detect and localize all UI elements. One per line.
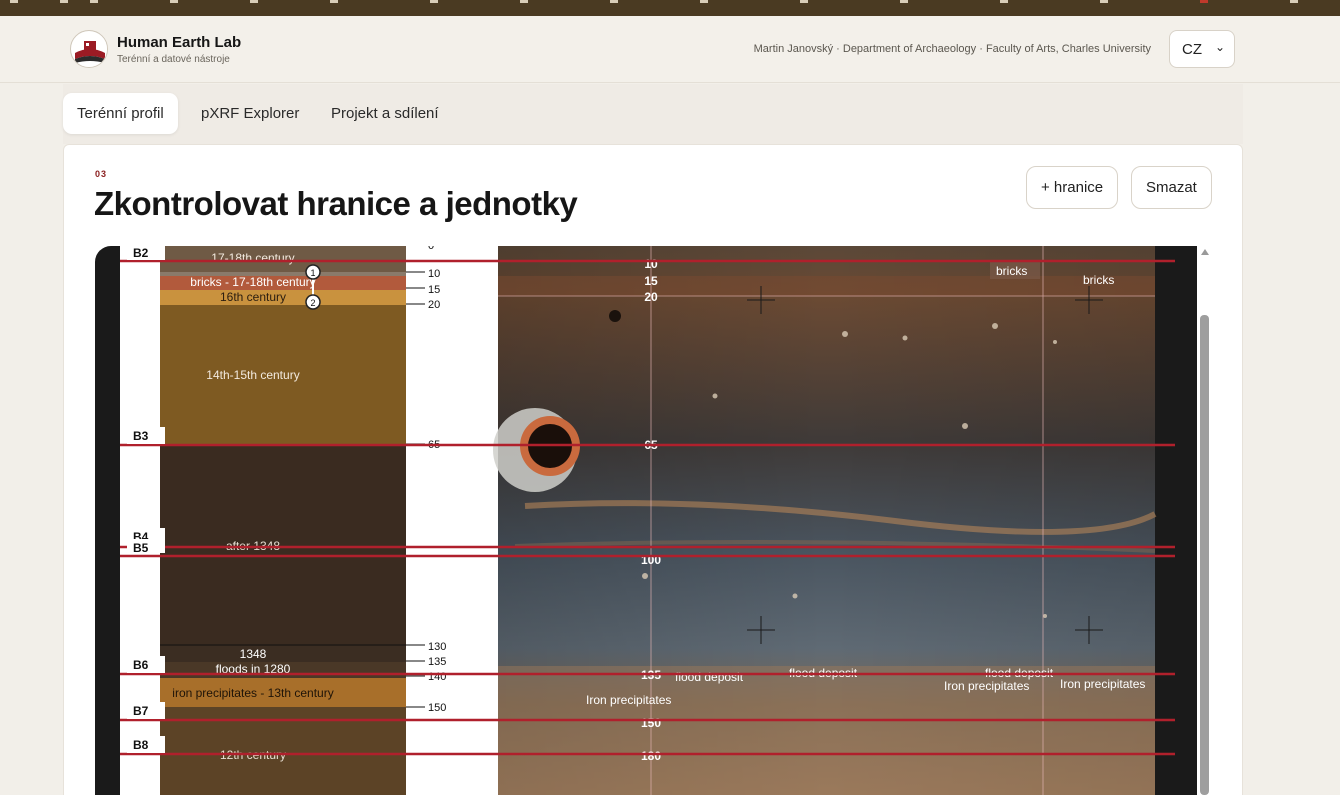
depth-tick: 10 <box>428 268 440 280</box>
boundary-tag: B7 <box>133 704 149 718</box>
chevron-down-icon: ⌄ <box>1214 40 1225 54</box>
tab-field-profile[interactable]: Terénní profil <box>63 93 178 134</box>
photo-annotation: Iron precipitates <box>586 693 671 707</box>
depth-tick: 130 <box>428 641 446 653</box>
photo-depth-label: 20 <box>644 290 658 304</box>
tab-project-sharing[interactable]: Projekt a sdílení <box>317 93 453 134</box>
layer-label: iron precipitates - 13th century <box>172 686 333 700</box>
depth-tick: 0 <box>428 246 434 252</box>
app-logo[interactable] <box>70 30 108 68</box>
layer-label: 1348 <box>240 647 267 661</box>
boundary-tag: B8 <box>133 738 149 752</box>
layer-label: 17-18th century <box>211 251 294 265</box>
step-number: 03 <box>95 169 108 179</box>
depth-tick: 150 <box>428 702 446 714</box>
app-subtitle: Terénní a datové nástroje <box>117 54 230 65</box>
marker-label: 1 <box>310 268 315 278</box>
depth-tick: 20 <box>428 299 440 311</box>
language-value: CZ <box>1182 41 1202 58</box>
stratigraphy-column <box>160 246 406 795</box>
boundary-tag: B3 <box>133 429 149 443</box>
boundary-review-panel: 03 Zkontrolovat hranice a jednotky + hra… <box>63 144 1243 795</box>
delete-button[interactable]: Smazat <box>1131 166 1212 209</box>
depth-tick: 15 <box>428 284 440 296</box>
app-header: Human Earth Lab Terénní a datové nástroj… <box>0 16 1340 83</box>
layer-label: 14th-15th century <box>206 368 299 382</box>
layer-label: 16th century <box>220 290 286 304</box>
photo-annotation: flood deposit <box>675 670 744 684</box>
author-credit: Martin Janovský · Department of Archaeol… <box>753 43 1151 55</box>
layer-label: bricks - 17-18th century <box>190 275 315 289</box>
photo-depth-label: 180 <box>641 749 661 763</box>
profile-viewer[interactable]: 17-18th century bricks - 17-18th century… <box>95 246 1198 795</box>
boundary-tag: B5 <box>133 541 149 555</box>
photo-depth-label: 150 <box>641 716 661 730</box>
tab-pxrf-explorer[interactable]: pXRF Explorer <box>187 93 313 134</box>
depth-tick: 135 <box>428 656 446 668</box>
app-title: Human Earth Lab <box>117 34 242 51</box>
scroll-up-icon[interactable] <box>1201 249 1209 255</box>
photo-annotation: Iron precipitates <box>944 679 1029 693</box>
viewer-scrollbar[interactable] <box>1197 245 1213 795</box>
browser-top-strip <box>0 0 1340 16</box>
photo-annotation: bricks <box>996 264 1027 278</box>
boundary-tag: B6 <box>133 658 149 672</box>
photo-depth-label: 15 <box>644 274 658 288</box>
panel-title: Zkontrolovat hranice a jednotky <box>94 185 578 222</box>
marker-label: 2 <box>310 298 315 308</box>
photo-annotation: Iron precipitates <box>1060 677 1145 691</box>
field-photo <box>493 246 1157 795</box>
photo-annotation: bricks <box>1083 273 1114 287</box>
boundary-tag: B2 <box>133 246 149 260</box>
scroll-thumb[interactable] <box>1200 315 1209 795</box>
profile-canvas[interactable]: 17-18th century bricks - 17-18th century… <box>95 246 1198 795</box>
photo-depth-label: 10 <box>644 257 658 271</box>
language-select[interactable]: CZ ⌄ <box>1169 30 1235 68</box>
add-boundary-button[interactable]: + hranice <box>1026 166 1119 209</box>
